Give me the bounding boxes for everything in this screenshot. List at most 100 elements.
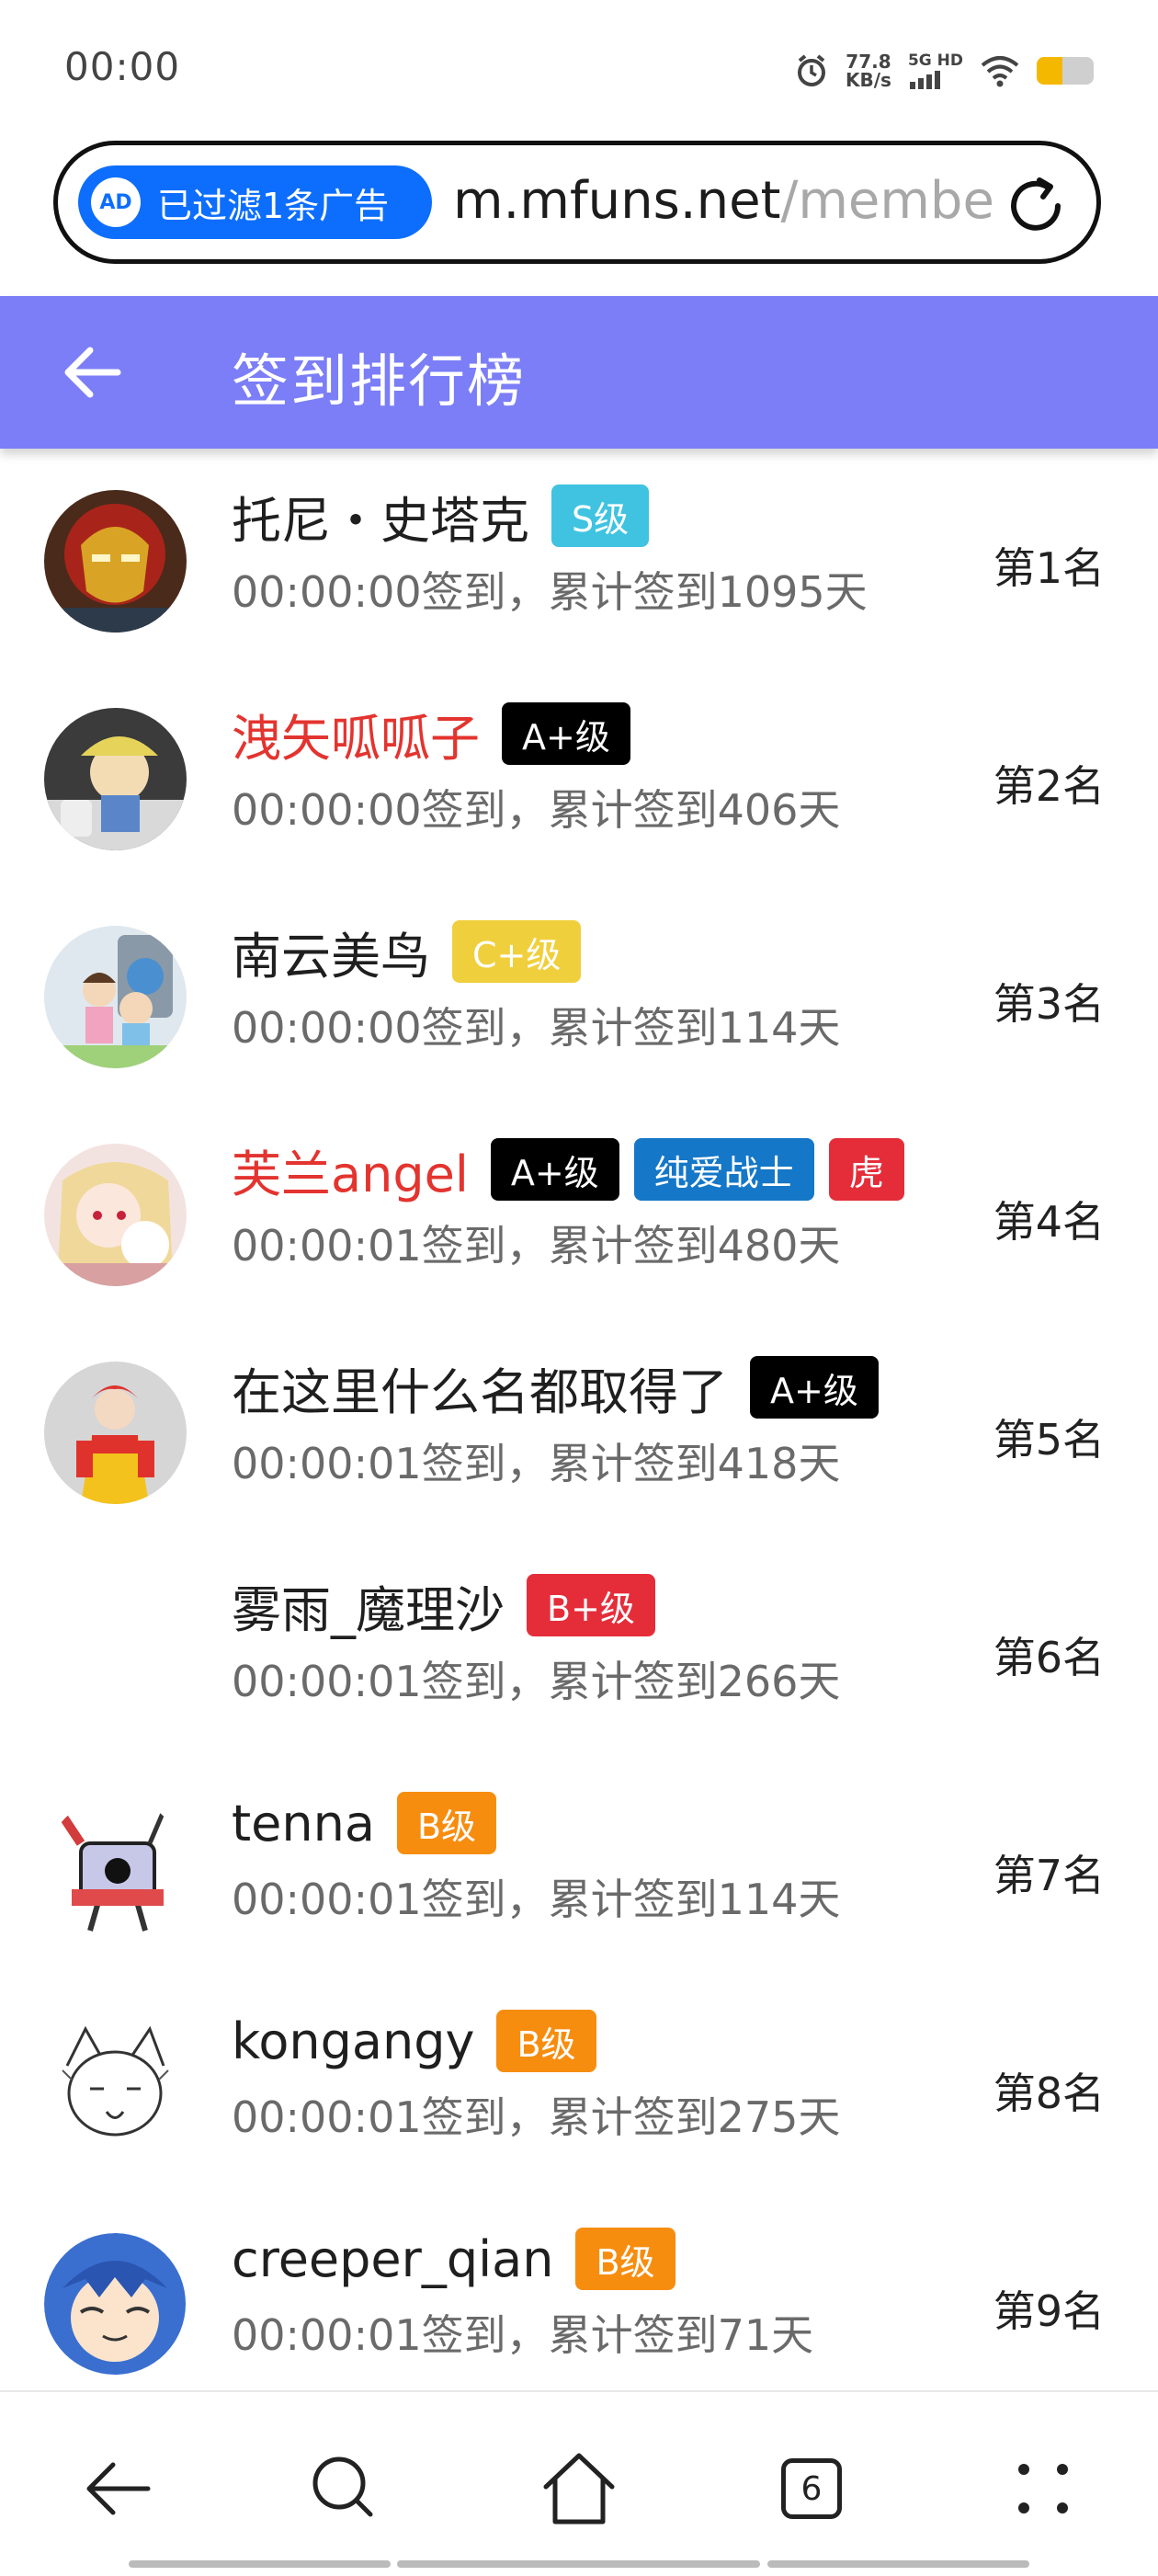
reload-icon[interactable] — [1001, 171, 1071, 241]
username[interactable]: creeper_qian — [232, 2230, 553, 2288]
user-info: creeper_qian B级 00:00:01签到，累计签到71天 — [232, 2223, 939, 2363]
checkin-detail: 00:00:00签到，累计签到1095天 — [232, 567, 868, 617]
name-line: tenna B级 — [232, 1787, 939, 1859]
level-badge: B级 — [575, 2228, 676, 2290]
anime-kids-avatar[interactable] — [44, 926, 187, 1068]
name-line: 南云美鸟 C+级 — [232, 916, 939, 987]
username[interactable]: 芙兰angel — [232, 1134, 469, 1206]
battery-icon — [1037, 57, 1094, 85]
wifi-icon — [981, 56, 1019, 87]
name-line: 洩矢呱呱子 A+级 — [232, 698, 939, 769]
ranking-row[interactable]: 南云美鸟 C+级 00:00:00签到，累计签到114天 第3名 — [0, 888, 1158, 1106]
nav-menu-button[interactable] — [1002, 2447, 1084, 2530]
blank-avatar[interactable] — [44, 1579, 187, 1722]
status-time: 00:00 — [64, 44, 181, 89]
gesture-bar — [397, 2560, 760, 2568]
alarm-icon — [798, 54, 825, 86]
tabs-icon: 6 — [781, 2458, 842, 2519]
iron-man-avatar[interactable] — [44, 490, 187, 633]
level-badge: A+级 — [490, 1138, 619, 1201]
level-badge: C+级 — [452, 920, 582, 983]
checkin-detail: 00:00:01签到，累计签到266天 — [232, 1657, 841, 1706]
bottom-nav: 6 — [0, 2390, 1158, 2576]
nav-search-button[interactable] — [303, 2447, 386, 2530]
url-host: m.mfuns.net — [453, 171, 781, 231]
url-bar[interactable]: AD 已过滤1条广告 m.mfuns.net/membe — [53, 141, 1101, 264]
blue-hair-avatar[interactable] — [44, 2233, 187, 2376]
username[interactable]: 雾雨_魔理沙 — [232, 1569, 505, 1642]
user-info: kongangy B级 00:00:01签到，累计签到275天 — [232, 2005, 939, 2145]
rank-label: 第9名 — [993, 2286, 1105, 2336]
network-speed: 77.8 KB/s — [846, 52, 891, 89]
nav-tabs-button[interactable]: 6 — [770, 2447, 853, 2530]
username[interactable]: 在这里什么名都取得了 — [232, 1351, 728, 1424]
name-line: 雾雨_魔理沙 B+级 — [232, 1569, 939, 1641]
nav-back-button[interactable] — [75, 2447, 158, 2530]
page-title: 签到排行榜 — [232, 348, 527, 415]
back-icon — [86, 2462, 151, 2515]
name-line: 芙兰angel A+级 纯爱战士虎 — [232, 1134, 939, 1205]
nav-home-button[interactable] — [538, 2447, 620, 2530]
status-bar: 00:00 77.8 KB/s 5G HD — [0, 0, 1158, 138]
user-info: 在这里什么名都取得了 A+级 00:00:01签到，累计签到418天 — [232, 1351, 939, 1491]
gesture-bar — [129, 2560, 391, 2568]
back-arrow-icon[interactable] — [59, 342, 125, 403]
ranking-row[interactable]: creeper_qian B级 00:00:01签到，累计签到71天 第9名 — [0, 2195, 1158, 2413]
level-badge: B级 — [496, 2010, 596, 2072]
user-info: 托尼・史塔克 S级 00:00:00签到，累计签到1095天 — [232, 480, 939, 620]
speed-value: 77.8 — [846, 51, 891, 73]
username[interactable]: tenna — [232, 1795, 375, 1852]
anime-girl-avatar[interactable] — [44, 1144, 187, 1286]
figure-avatar[interactable] — [44, 708, 187, 850]
app-header: 签到排行榜 — [0, 296, 1158, 449]
home-icon — [543, 2453, 615, 2525]
user-info: 洩矢呱呱子 A+级 00:00:00签到，累计签到406天 — [232, 698, 939, 838]
rank-label: 第1名 — [993, 543, 1105, 593]
level-badge: B级 — [396, 1792, 497, 1854]
name-line: kongangy B级 — [232, 2005, 939, 2077]
search-icon — [312, 2456, 373, 2517]
ranking-row[interactable]: 雾雨_魔理沙 B+级 00:00:01签到，累计签到266天 第6名 — [0, 1542, 1158, 1760]
ad-filter-pill[interactable]: AD 已过滤1条广告 — [78, 165, 432, 239]
battery-level — [1037, 57, 1062, 85]
ranking-row[interactable]: 在这里什么名都取得了 A+级 00:00:01签到，累计签到418天 第5名 — [0, 1324, 1158, 1542]
checkin-detail: 00:00:00签到，累计签到406天 — [232, 785, 841, 835]
rank-label: 第7名 — [993, 1851, 1105, 1900]
level-badge: 虎 — [828, 1138, 904, 1201]
sketch-avatar[interactable] — [44, 2015, 187, 2158]
cellular-signal: 5G HD — [908, 52, 963, 89]
gesture-bar — [767, 2560, 1029, 2568]
checkin-detail: 00:00:01签到，累计签到114天 — [232, 1875, 841, 1924]
rank-label: 第3名 — [993, 979, 1105, 1029]
checkin-detail: 00:00:01签到，累计签到418天 — [232, 1439, 841, 1488]
username[interactable]: 南云美鸟 — [232, 916, 430, 988]
rank-label: 第8名 — [993, 2069, 1105, 2118]
checkin-detail: 00:00:00签到，累计签到114天 — [232, 1003, 841, 1053]
name-line: 托尼・史塔克 S级 — [232, 480, 939, 552]
ranking-row[interactable]: 洩矢呱呱子 A+级 00:00:00签到，累计签到406天 第2名 — [0, 670, 1158, 888]
tv-character-avatar[interactable] — [44, 1797, 187, 1940]
ranking-row[interactable]: tenna B级 00:00:01签到，累计签到114天 第7名 — [0, 1760, 1158, 1978]
checkin-detail: 00:00:01签到，累计签到71天 — [232, 2310, 814, 2360]
level-badge: 纯爱战士 — [633, 1138, 814, 1201]
url-text[interactable]: m.mfuns.net/membe — [453, 171, 1005, 231]
ranking-row[interactable]: kongangy B级 00:00:01签到，累计签到275天 第8名 — [0, 1978, 1158, 2195]
clown-avatar[interactable] — [44, 1362, 187, 1504]
ad-filter-label: 已过滤1条广告 — [157, 185, 390, 226]
username[interactable]: 托尼・史塔克 — [232, 480, 529, 553]
user-info: 雾雨_魔理沙 B+级 00:00:01签到，累计签到266天 — [232, 1569, 939, 1709]
url-path: /membe — [780, 171, 994, 231]
rank-label: 第6名 — [993, 1633, 1105, 1682]
level-badge: A+级 — [502, 702, 630, 765]
tab-count: 6 — [800, 2469, 823, 2508]
level-badge: S级 — [551, 484, 650, 547]
status-icons: 77.8 KB/s 5G HD — [794, 48, 1094, 94]
username[interactable]: 洩矢呱呱子 — [232, 698, 480, 770]
level-badge: A+级 — [750, 1356, 879, 1419]
user-info: 芙兰angel A+级 纯爱战士虎 00:00:01签到，累计签到480天 — [232, 1134, 939, 1273]
signal-icon — [909, 70, 940, 89]
ranking-row[interactable]: 托尼・史塔克 S级 00:00:00签到，累计签到1095天 第1名 — [0, 452, 1158, 670]
username[interactable]: kongangy — [232, 2012, 474, 2070]
user-info: tenna B级 00:00:01签到，累计签到114天 — [232, 1787, 939, 1927]
ranking-row[interactable]: 芙兰angel A+级 纯爱战士虎 00:00:01签到，累计签到480天 第4名 — [0, 1106, 1158, 1324]
